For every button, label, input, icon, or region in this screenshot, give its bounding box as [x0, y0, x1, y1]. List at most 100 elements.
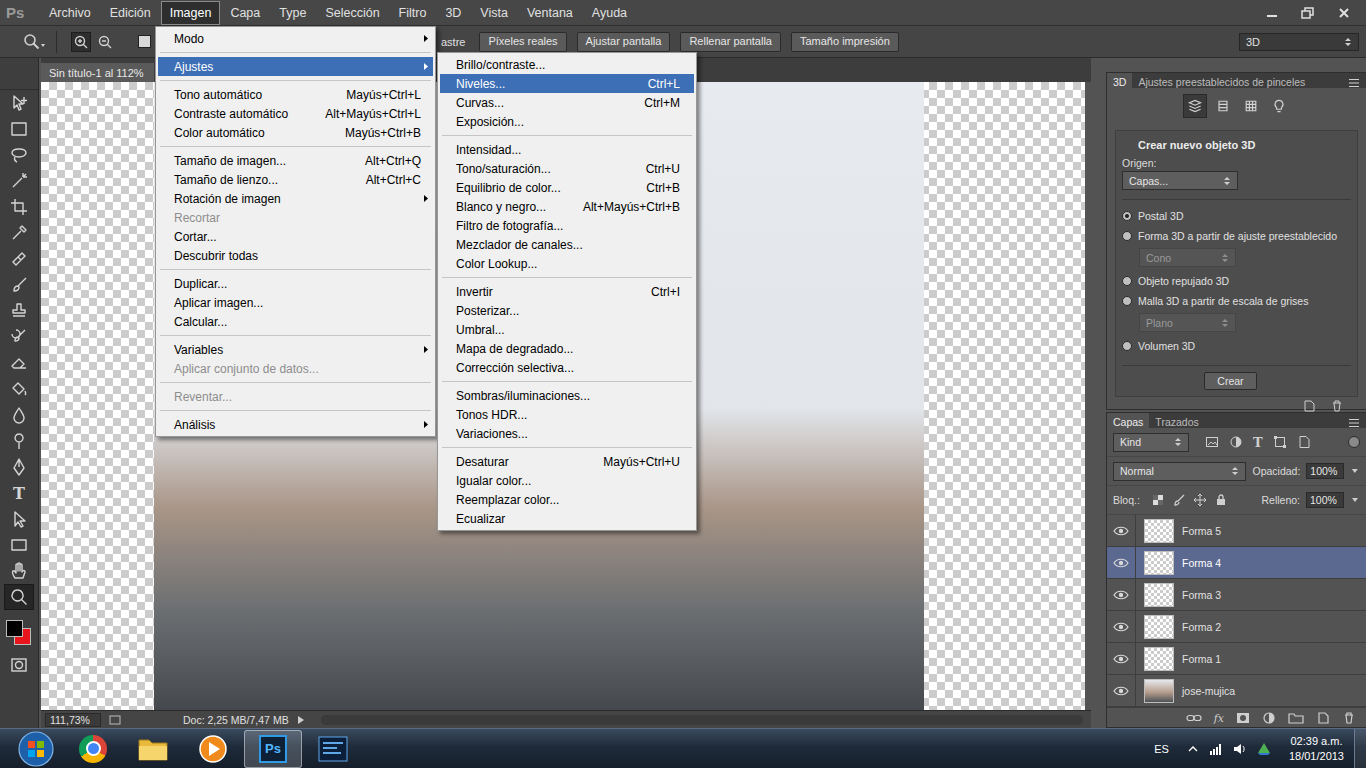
3d-mode-button[interactable] — [1183, 94, 1207, 118]
layer-row[interactable]: Forma 3 — [1107, 579, 1366, 611]
option-button[interactable]: Tamaño impresión — [791, 32, 899, 52]
taskbar-app[interactable]: Ps — [244, 730, 302, 768]
filter-select[interactable]: Kind — [1113, 433, 1189, 452]
opacity-field[interactable]: 100% — [1306, 463, 1344, 479]
tool-button[interactable] — [4, 532, 34, 558]
smart-object-filter-icon[interactable] — [1297, 435, 1311, 449]
radio-option[interactable]: Forma 3D a partir de ajuste preestableci… — [1116, 226, 1357, 246]
menu-item[interactable]: Filtro de fotografía... — [440, 216, 694, 235]
restore-icon[interactable] — [1297, 6, 1319, 20]
layer-style-button[interactable]: fx — [1214, 712, 1224, 725]
taskbar-app[interactable] — [124, 730, 182, 768]
tool-button[interactable] — [4, 272, 34, 298]
layer-row[interactable]: jose-mujica — [1107, 675, 1366, 707]
blend-mode-select[interactable]: Normal — [1113, 462, 1246, 481]
adjustment-filter-icon[interactable] — [1229, 435, 1243, 449]
panel-tab[interactable]: Ajustes preestablecidos de pinceles — [1132, 73, 1311, 88]
radio-button[interactable] — [1122, 211, 1132, 221]
panel-menu-icon[interactable] — [1348, 418, 1360, 428]
layer-row[interactable]: Forma 5 — [1107, 515, 1366, 547]
menu-item[interactable]: Recortar — [158, 208, 433, 227]
menu-item[interactable]: Tono/saturación...Ctrl+U — [440, 159, 694, 178]
tool-button[interactable] — [4, 298, 34, 324]
menu-item[interactable]: Duplicar... — [158, 274, 433, 293]
menu-item[interactable]: Brillo/contraste... — [440, 55, 694, 74]
zoom-in-button[interactable] — [71, 32, 91, 52]
mask-icon[interactable] — [1236, 712, 1250, 724]
show-desktop-button[interactable] — [1354, 729, 1366, 768]
tool-button[interactable] — [4, 350, 34, 376]
menu-item[interactable]: Rotación de imagen — [158, 189, 433, 208]
trash-icon[interactable] — [1342, 711, 1356, 725]
tool-button[interactable] — [4, 142, 34, 168]
network-icon[interactable] — [1209, 742, 1223, 756]
option-button[interactable]: Rellenar pantalla — [680, 32, 781, 52]
menu-item[interactable]: Mezclador de canales... — [440, 235, 694, 254]
panel-tab[interactable]: Capas — [1107, 413, 1149, 428]
visibility-toggle[interactable] — [1107, 611, 1136, 642]
tool-button[interactable] — [4, 168, 34, 194]
tool-button[interactable] — [4, 90, 34, 116]
new-item-icon[interactable] — [1302, 399, 1316, 413]
visibility-toggle[interactable] — [1107, 675, 1136, 706]
drive-icon[interactable] — [1257, 742, 1271, 756]
create-button[interactable]: Crear — [1204, 372, 1256, 390]
trash-icon[interactable] — [1330, 399, 1344, 413]
shape-filter-icon[interactable] — [1273, 435, 1287, 449]
tool-button[interactable] — [4, 194, 34, 220]
menu-item[interactable]: Niveles...Ctrl+L — [440, 74, 694, 93]
type-filter-glyph[interactable]: T — [1253, 435, 1263, 450]
shape-select[interactable]: Cono — [1139, 248, 1236, 267]
group-folder-icon[interactable] — [1288, 712, 1304, 724]
menu-item[interactable]: Análisis — [158, 415, 433, 434]
radio-button[interactable] — [1122, 341, 1132, 351]
menu-item[interactable]: Reemplazar color... — [440, 490, 694, 509]
tool-button[interactable]: T — [4, 480, 34, 506]
tool-button[interactable] — [4, 506, 34, 532]
panel-tab[interactable]: 3D — [1107, 73, 1132, 88]
menu-bar-item[interactable]: Capa — [221, 1, 269, 25]
status-menu-arrow-icon[interactable] — [297, 715, 305, 725]
menu-item[interactable]: Color automáticoMayús+Ctrl+B — [158, 123, 433, 142]
tool-button[interactable] — [4, 454, 34, 480]
tool-button[interactable] — [4, 584, 34, 610]
menu-item[interactable]: Aplicar imagen... — [158, 293, 433, 312]
menu-item[interactable]: Tono automáticoMayús+Ctrl+L — [158, 85, 433, 104]
lock-pixels-icon[interactable] — [1173, 494, 1185, 506]
menu-item[interactable]: Aplicar conjunto de datos... — [158, 359, 433, 378]
document-tab[interactable]: Sin título-1 al 112% — [41, 63, 154, 82]
fill-field[interactable]: 100% — [1306, 492, 1344, 508]
menu-bar-item[interactable]: Edición — [101, 1, 160, 25]
menu-item[interactable]: Equilibrio de color...Ctrl+B — [440, 178, 694, 197]
menu-bar-item[interactable]: Filtro — [390, 1, 436, 25]
volume-icon[interactable] — [1233, 742, 1247, 756]
menu-item[interactable]: Calcular... — [158, 312, 433, 331]
menu-item[interactable]: DesaturarMayús+Ctrl+U — [440, 452, 694, 471]
menu-item[interactable]: Tonos HDR... — [440, 405, 694, 424]
menu-item[interactable]: Tamaño de lienzo...Alt+Ctrl+C — [158, 170, 433, 189]
radio-option[interactable]: Malla 3D a partir de escala de grises — [1116, 291, 1357, 311]
lock-all-icon[interactable] — [1215, 494, 1227, 506]
radio-button[interactable] — [1122, 231, 1132, 241]
menu-item[interactable]: Corrección selectiva... — [440, 358, 694, 377]
radio-button[interactable] — [1122, 296, 1132, 306]
3d-mode-button[interactable] — [1211, 94, 1235, 118]
option-checkbox[interactable] — [138, 35, 151, 48]
horizontal-scrollbar[interactable] — [321, 715, 1083, 725]
menu-item[interactable]: Color Lookup... — [440, 254, 694, 273]
layer-row[interactable]: Forma 1 — [1107, 643, 1366, 675]
radio-option[interactable]: Objeto repujado 3D — [1116, 271, 1357, 291]
visibility-toggle[interactable] — [1107, 643, 1136, 674]
radio-option[interactable]: Postal 3D — [1116, 206, 1357, 226]
menu-item[interactable]: Mapa de degradado... — [440, 339, 694, 358]
menu-item[interactable]: Umbral... — [440, 320, 694, 339]
menu-item[interactable]: Contraste automáticoAlt+Mayús+Ctrl+L — [158, 104, 433, 123]
menu-item[interactable]: Descubrir todas — [158, 246, 433, 265]
zoom-tool-icon[interactable] — [22, 32, 46, 52]
3d-mode-button[interactable] — [1267, 94, 1291, 118]
tool-button[interactable] — [4, 324, 34, 350]
opacity-slider-arrow-icon[interactable] — [1350, 466, 1360, 476]
radio-option[interactable]: Volumen 3D — [1116, 336, 1357, 356]
clock[interactable]: 02:39 a.m.18/01/2013 — [1289, 734, 1344, 764]
start-button[interactable] — [8, 730, 64, 768]
